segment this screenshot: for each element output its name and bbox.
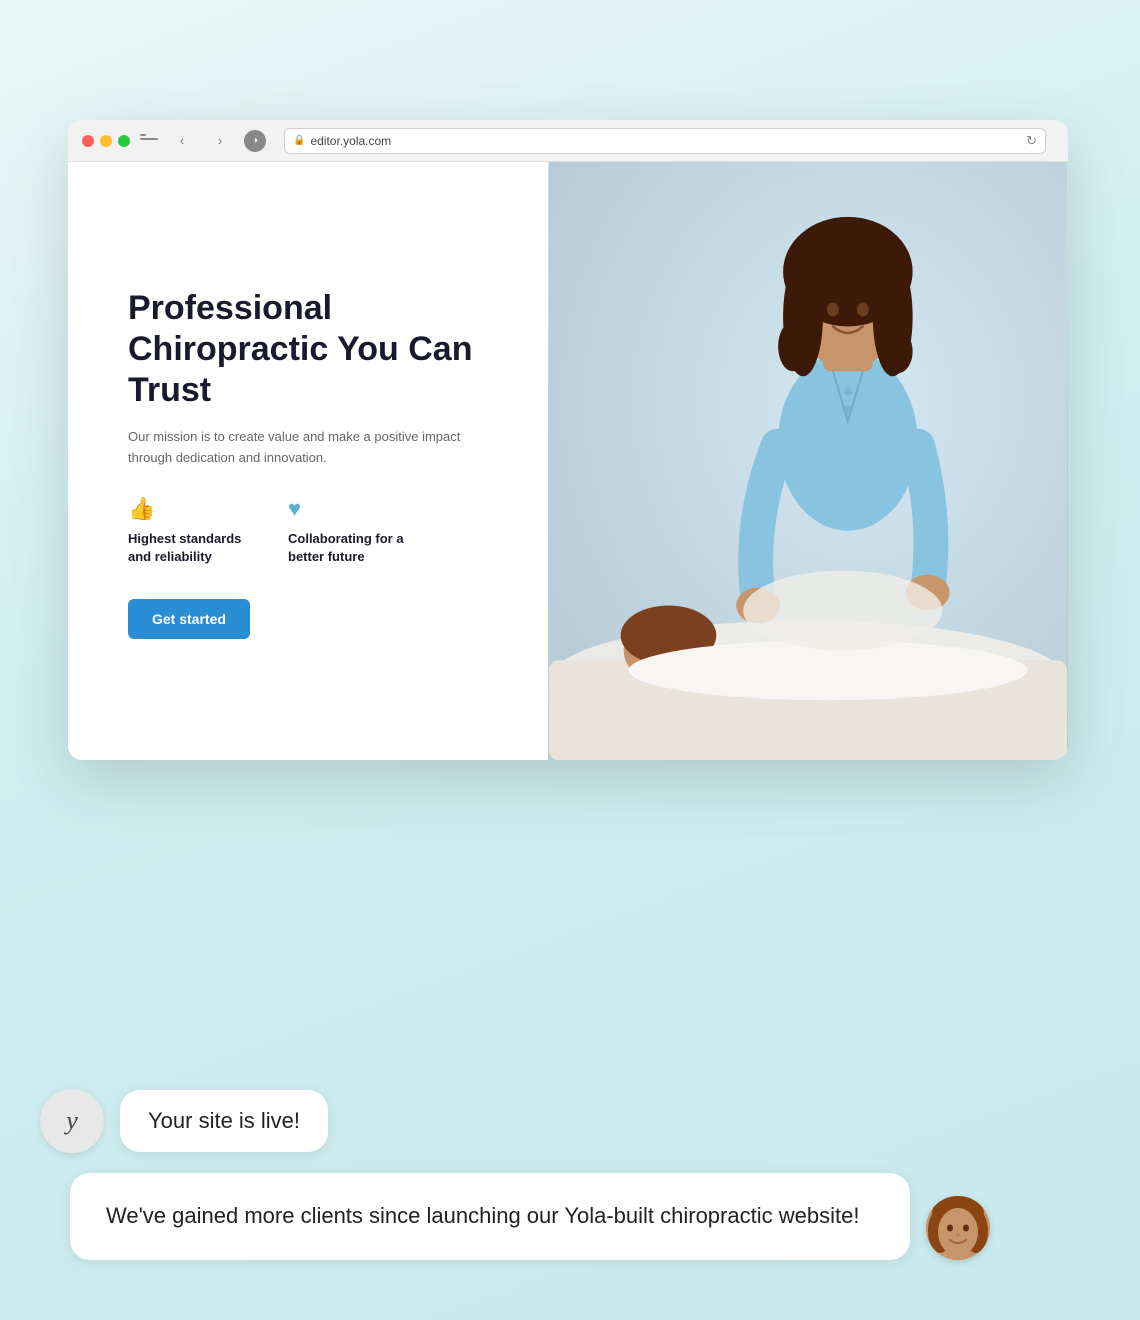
user-avatar-svg	[926, 1196, 990, 1260]
user-avatar	[926, 1196, 990, 1260]
feature-2-label: Collaborating for a better future	[288, 530, 418, 566]
hero-right-panel: Unsplash+ Unsplash+ Unsplash+ Unsplash+ …	[548, 162, 1068, 760]
features-row: 👍 Highest standards and reliability ♥ Co…	[128, 496, 498, 566]
feature-1-label: Highest standards and reliability	[128, 530, 258, 566]
browser-titlebar: ‹ › ◑ 🔒 editor.yola.com ↻	[68, 120, 1068, 162]
traffic-lights	[82, 135, 130, 147]
heart-icon: ♥	[288, 496, 418, 522]
chiro-scene-svg	[548, 162, 1068, 760]
back-button[interactable]: ‹	[168, 130, 196, 152]
browser-window: ‹ › ◑ 🔒 editor.yola.com ↻ Professional C…	[68, 120, 1068, 760]
forward-button[interactable]: ›	[206, 130, 234, 152]
thumbsup-icon: 👍	[128, 496, 258, 522]
hero-description: Our mission is to create value and make …	[128, 427, 498, 469]
reload-icon[interactable]: ↻	[1026, 133, 1037, 149]
hero-left-panel: Professional Chiropractic You Can Trust …	[68, 162, 548, 760]
feature-1: 👍 Highest standards and reliability	[128, 496, 258, 566]
url-text: editor.yola.com	[310, 134, 391, 148]
feature-2: ♥ Collaborating for a better future	[288, 496, 418, 566]
maximize-button[interactable]	[118, 135, 130, 147]
hero-title: Professional Chiropractic You Can Trust	[128, 288, 498, 410]
website-content: Professional Chiropractic You Can Trust …	[68, 162, 1068, 760]
yola-logo-avatar: y	[40, 1089, 104, 1153]
url-bar[interactable]: 🔒 editor.yola.com ↻	[284, 128, 1046, 154]
site-live-bubble: Your site is live!	[120, 1090, 328, 1152]
chat-section: y Your site is live! We've gained more c…	[40, 1089, 990, 1260]
chat-yola-message: y Your site is live!	[40, 1089, 990, 1153]
close-button[interactable]	[82, 135, 94, 147]
sidebar-toggle-icon[interactable]	[140, 134, 158, 148]
minimize-button[interactable]	[100, 135, 112, 147]
chat-user-message: We've gained more clients since launchin…	[40, 1173, 990, 1260]
lock-icon: 🔒	[293, 135, 305, 146]
get-started-button[interactable]: Get started	[128, 599, 250, 639]
brightness-icon[interactable]: ◑	[244, 130, 266, 152]
user-testimonial-bubble: We've gained more clients since launchin…	[70, 1173, 910, 1260]
